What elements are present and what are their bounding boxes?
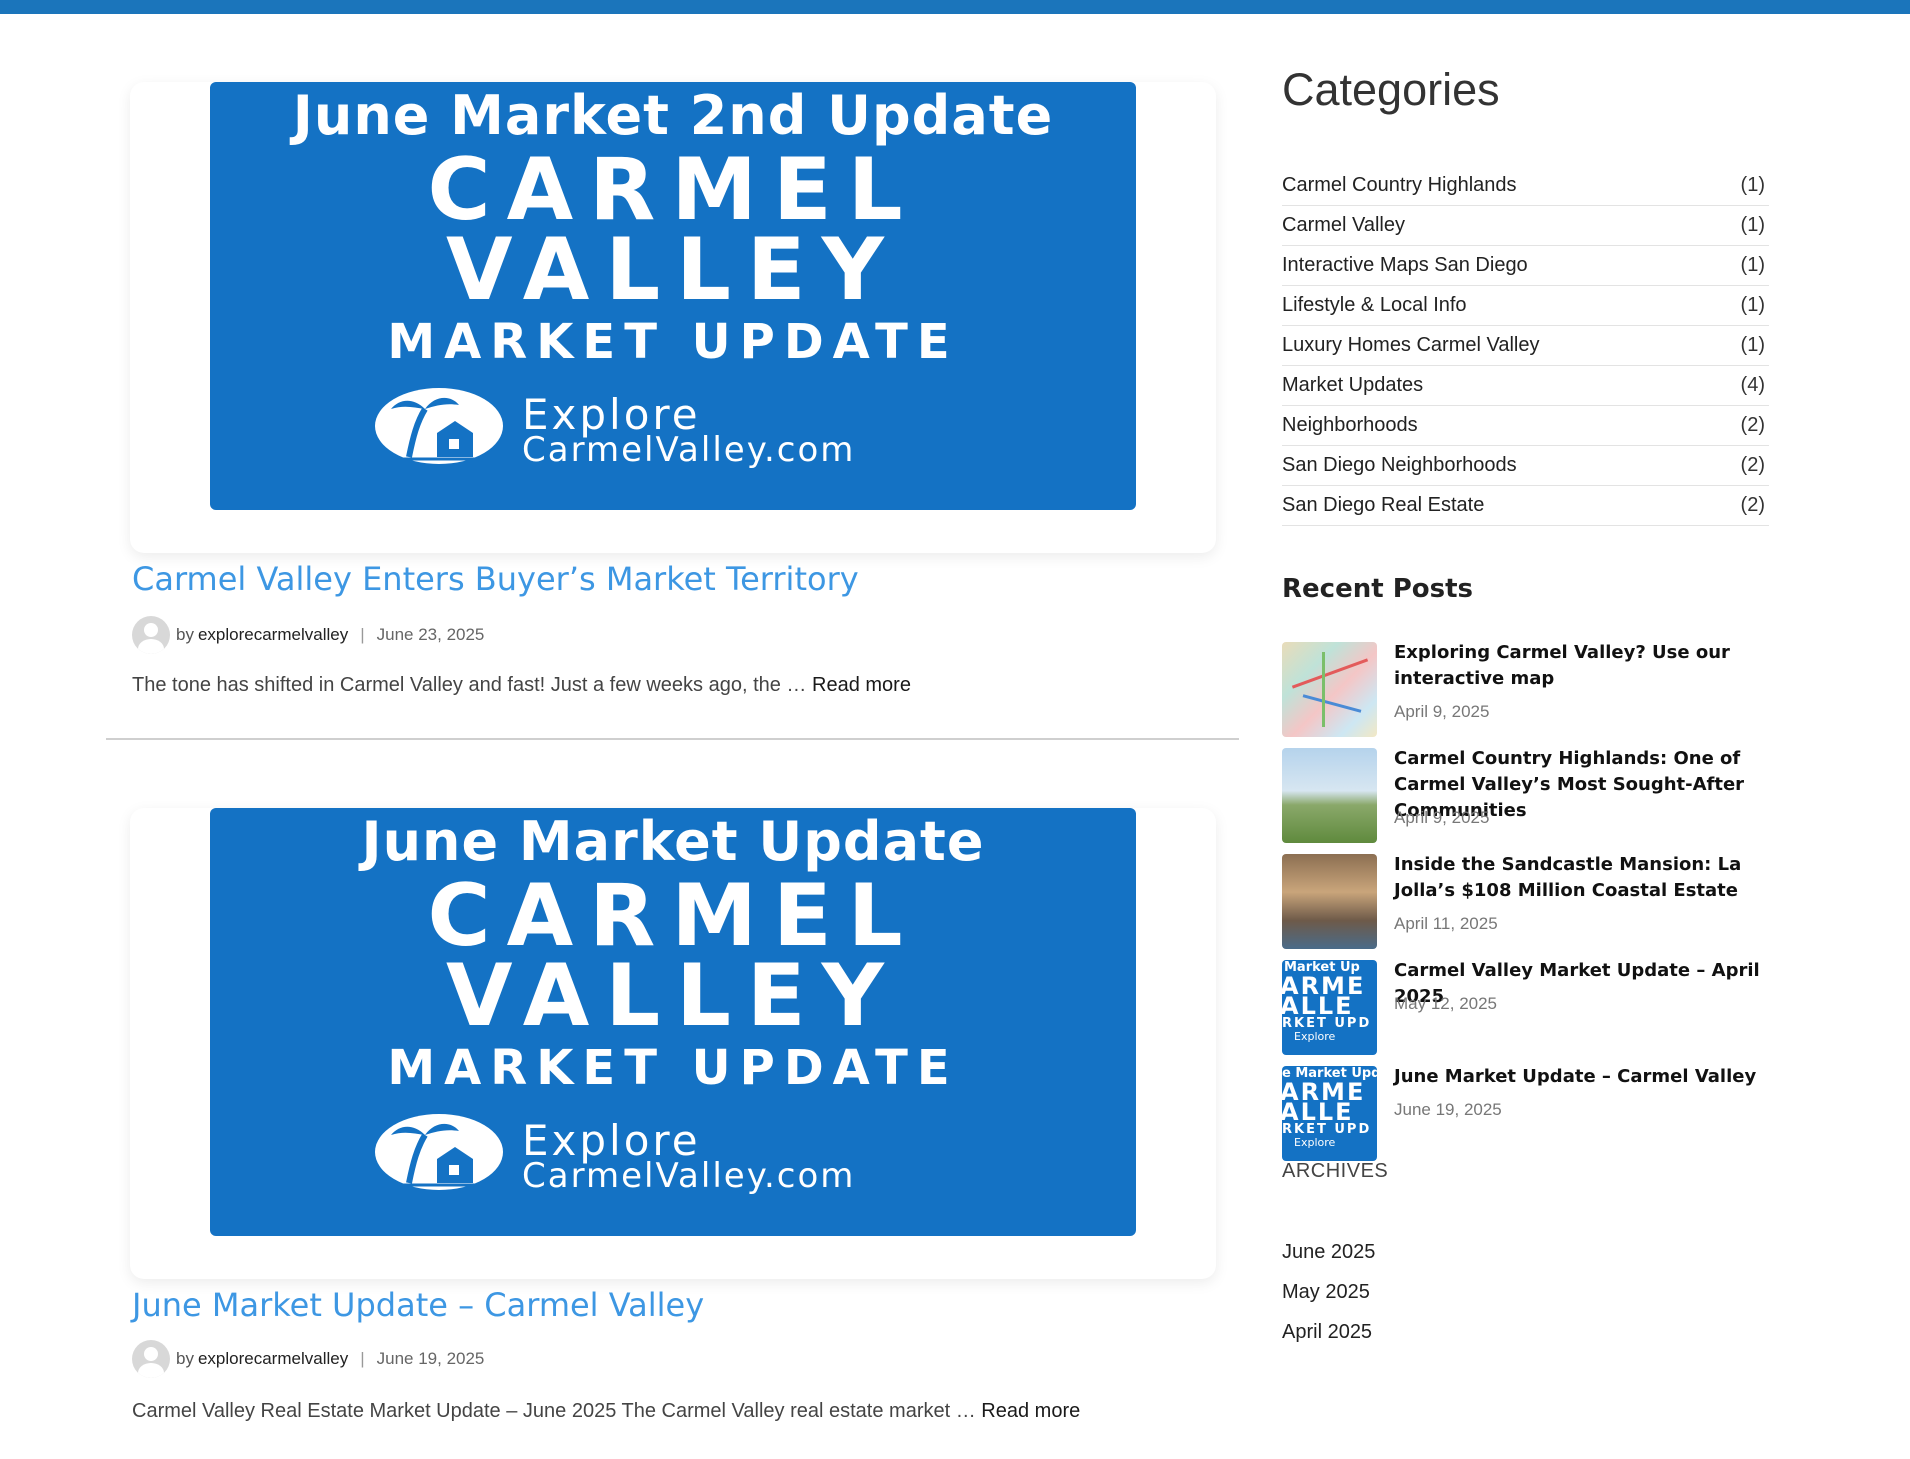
- category-count: (2): [1740, 454, 1765, 476]
- meta-by: by: [176, 625, 194, 644]
- meta-separator: |: [360, 1349, 365, 1368]
- category-item[interactable]: Carmel Country Highlands (1): [1282, 166, 1769, 206]
- post-excerpt: The tone has shifted in Carmel Valley an…: [132, 674, 911, 697]
- banner-line: VALLEY: [446, 946, 900, 1046]
- post-featured-image[interactable]: June Market Update CARMEL VALLEY MARKET …: [210, 808, 1136, 1236]
- meta-by: by: [176, 1349, 194, 1368]
- archive-link[interactable]: April 2025: [1282, 1312, 1375, 1352]
- category-item[interactable]: Lifestyle & Local Info (1): [1282, 286, 1769, 326]
- recent-post-date: April 9, 2025: [1394, 702, 1490, 721]
- post-date: June 19, 2025: [376, 1349, 485, 1368]
- recent-post-thumbnail[interactable]: [1282, 748, 1377, 843]
- palm-house-logo-icon: [375, 388, 503, 464]
- post-featured-image-card[interactable]: June Market 2nd Update CARMEL VALLEY MAR…: [130, 82, 1216, 553]
- recent-post-thumbnail[interactable]: Market Up ARME ALLE RKET UPD Explore: [1282, 960, 1377, 1055]
- category-item[interactable]: San Diego Neighborhoods (2): [1282, 446, 1769, 486]
- thumb-text: RKET UPD: [1282, 1122, 1372, 1137]
- category-count: (1): [1740, 254, 1765, 276]
- recent-post-title-link[interactable]: Exploring Carmel Valley? Use our interac…: [1394, 640, 1804, 692]
- thumb-text: Explore: [1294, 1030, 1336, 1043]
- categories-heading: Categories: [1282, 64, 1500, 115]
- post-date: June 23, 2025: [376, 625, 485, 644]
- banner-line: June Market 2nd Update: [292, 84, 1054, 147]
- category-label[interactable]: Carmel Valley: [1282, 214, 1405, 237]
- category-count: (2): [1740, 414, 1765, 436]
- category-label[interactable]: San Diego Real Estate: [1282, 494, 1484, 517]
- post-featured-image-card[interactable]: June Market Update CARMEL VALLEY MARKET …: [130, 808, 1216, 1279]
- recent-post-item: e Market Upda ARME ALLE RKET UPD Explore…: [1282, 1066, 1802, 1162]
- category-item[interactable]: Carmel Valley (1): [1282, 206, 1769, 246]
- recent-post-item: Inside the Sandcastle Mansion: La Jolla’…: [1282, 854, 1802, 950]
- author-link[interactable]: explorecarmelvalley: [198, 625, 348, 645]
- recent-post-thumbnail[interactable]: e Market Upda ARME ALLE RKET UPD Explore: [1282, 1066, 1377, 1161]
- author-link[interactable]: explorecarmelvalley: [198, 1349, 348, 1369]
- category-label[interactable]: Lifestyle & Local Info: [1282, 294, 1467, 317]
- post-meta: by explorecarmelvalley | June 23, 2025: [132, 616, 484, 654]
- recent-post-date: April 9, 2025: [1394, 808, 1490, 827]
- categories-list: Carmel Country Highlands (1) Carmel Valle…: [1282, 166, 1769, 526]
- top-accent-bar: [0, 0, 1910, 14]
- palm-house-logo-icon: [375, 1114, 503, 1190]
- category-label[interactable]: San Diego Neighborhoods: [1282, 454, 1517, 477]
- recent-post-item: Exploring Carmel Valley? Use our interac…: [1282, 642, 1802, 738]
- recent-post-date: April 11, 2025: [1394, 914, 1498, 933]
- archives-list: June 2025 May 2025 April 2025: [1282, 1232, 1375, 1352]
- post-featured-image[interactable]: June Market 2nd Update CARMEL VALLEY MAR…: [210, 82, 1136, 510]
- banner-brand: CarmelValley.com: [522, 1156, 856, 1196]
- category-label[interactable]: Carmel Country Highlands: [1282, 174, 1517, 197]
- category-count: (1): [1740, 294, 1765, 316]
- post-divider: [106, 738, 1239, 740]
- category-item[interactable]: Neighborhoods (2): [1282, 406, 1769, 446]
- post-title-link[interactable]: June Market Update – Carmel Valley: [132, 1286, 704, 1324]
- category-count: (4): [1740, 374, 1765, 396]
- read-more-link[interactable]: Read more: [981, 1400, 1080, 1422]
- archive-link[interactable]: June 2025: [1282, 1232, 1375, 1272]
- post-excerpt: Carmel Valley Real Estate Market Update …: [132, 1400, 1080, 1423]
- recent-post-thumbnail[interactable]: [1282, 642, 1377, 737]
- archives-heading: ARCHIVES: [1282, 1160, 1389, 1182]
- avatar[interactable]: [132, 616, 170, 654]
- category-item[interactable]: Market Updates (4): [1282, 366, 1769, 406]
- thumb-text: RKET UPD: [1282, 1016, 1372, 1031]
- category-item[interactable]: San Diego Real Estate (2): [1282, 486, 1769, 526]
- recent-post-item: Market Up ARME ALLE RKET UPD Explore Car…: [1282, 960, 1802, 1056]
- post-title-link[interactable]: Carmel Valley Enters Buyer’s Market Terr…: [132, 560, 859, 598]
- post-meta: by explorecarmelvalley | June 19, 2025: [132, 1340, 484, 1378]
- recent-posts-heading: Recent Posts: [1282, 574, 1473, 604]
- recent-post-thumbnail[interactable]: [1282, 854, 1377, 949]
- recent-post-date: May 12, 2025: [1394, 994, 1498, 1013]
- banner-line: VALLEY: [446, 220, 900, 320]
- recent-post-title-link[interactable]: June Market Update – Carmel Valley: [1394, 1064, 1804, 1090]
- banner-line: MARKET UPDATE: [387, 1040, 959, 1096]
- read-more-link[interactable]: Read more: [812, 674, 911, 696]
- category-count: (2): [1740, 494, 1765, 516]
- excerpt-text: The tone has shifted in Carmel Valley an…: [132, 674, 807, 696]
- archive-link[interactable]: May 2025: [1282, 1272, 1375, 1312]
- category-item[interactable]: Luxury Homes Carmel Valley (1): [1282, 326, 1769, 366]
- category-count: (1): [1740, 174, 1765, 196]
- avatar[interactable]: [132, 1340, 170, 1378]
- thumb-text: Explore: [1294, 1136, 1336, 1149]
- category-label[interactable]: Luxury Homes Carmel Valley: [1282, 334, 1540, 357]
- recent-post-title-link[interactable]: Inside the Sandcastle Mansion: La Jolla’…: [1394, 852, 1804, 904]
- category-label[interactable]: Market Updates: [1282, 374, 1423, 397]
- meta-separator: |: [360, 625, 365, 644]
- banner-line: June Market Update: [361, 810, 985, 873]
- category-label[interactable]: Neighborhoods: [1282, 414, 1418, 437]
- excerpt-text: Carmel Valley Real Estate Market Update …: [132, 1400, 976, 1422]
- banner-line: MARKET UPDATE: [387, 314, 959, 370]
- category-item[interactable]: Interactive Maps San Diego (1): [1282, 246, 1769, 286]
- category-count: (1): [1740, 334, 1765, 356]
- category-label[interactable]: Interactive Maps San Diego: [1282, 254, 1528, 277]
- category-count: (1): [1740, 214, 1765, 236]
- recent-post-date: June 19, 2025: [1394, 1100, 1502, 1119]
- recent-post-item: Carmel Country Highlands: One of Carmel …: [1282, 748, 1802, 844]
- banner-brand: CarmelValley.com: [522, 430, 856, 470]
